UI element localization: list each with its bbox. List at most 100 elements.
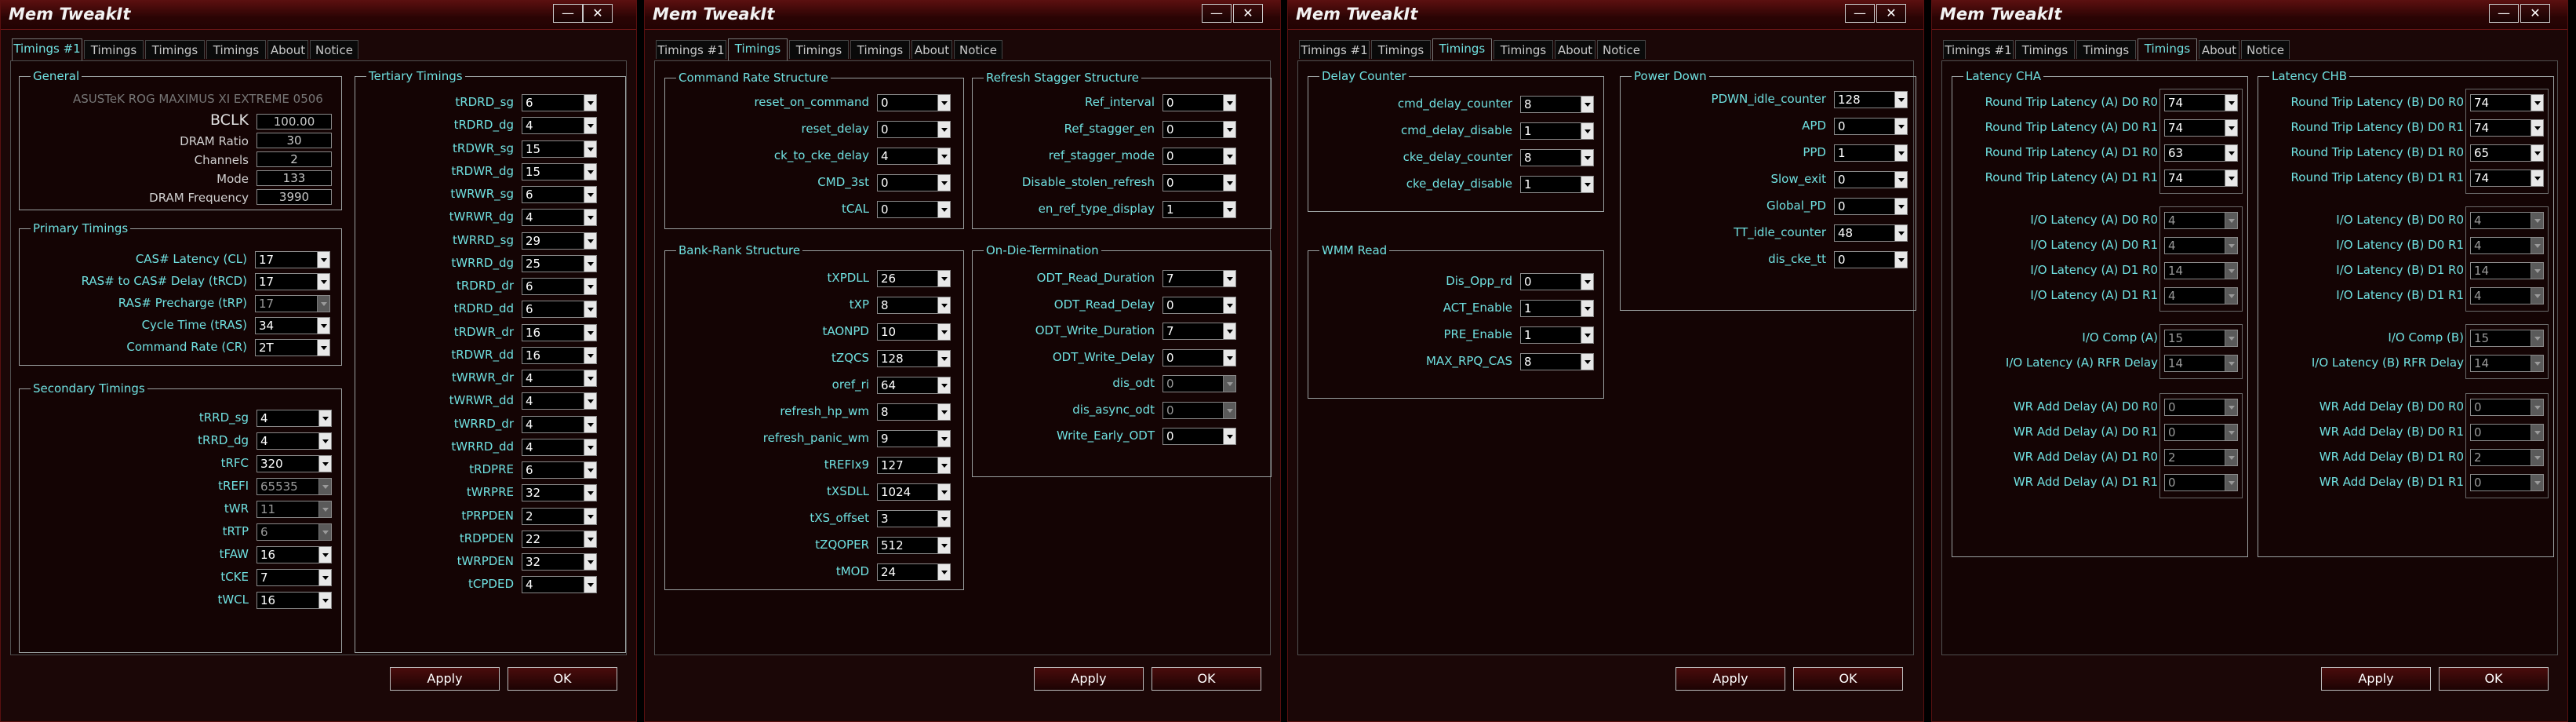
on-die-termination-write-early-odt-select[interactable]: 0 <box>1162 428 1236 445</box>
bank-rank-txs-offset-select[interactable]: 3 <box>877 510 951 527</box>
power-down-pdwn-idle-counter-select[interactable]: 128 <box>1834 91 1908 108</box>
secondary-timings-trrd-dg-select[interactable]: 4 <box>257 432 332 450</box>
secondary-timings-twcl-select[interactable]: 16 <box>257 592 332 609</box>
close-button[interactable]: ✕ <box>1876 4 1906 23</box>
chevron-down-icon[interactable] <box>937 175 950 191</box>
secondary-timings-trfc-select[interactable]: 320 <box>257 455 332 472</box>
chevron-down-icon[interactable] <box>1581 97 1593 112</box>
tab-timings-1[interactable]: Timings #1 <box>656 40 726 59</box>
refresh-stagger-ref-stagger-en-select[interactable]: 0 <box>1162 121 1236 138</box>
on-die-termination-odt-write-delay-select[interactable]: 0 <box>1162 349 1236 366</box>
apply-button[interactable]: Apply <box>1034 667 1144 691</box>
chevron-down-icon[interactable] <box>318 593 331 608</box>
tab-timings-3[interactable]: Timings #3 <box>789 40 849 76</box>
delay-counter-cke-delay-counter-select[interactable]: 8 <box>1520 149 1594 166</box>
chevron-down-icon[interactable] <box>1894 225 1907 241</box>
chevron-down-icon[interactable] <box>584 95 596 111</box>
power-down-slow-exit-select[interactable]: 0 <box>1834 171 1908 188</box>
tertiary-timings-trdwr-dr-select[interactable]: 16 <box>522 324 597 341</box>
chevron-down-icon[interactable] <box>584 301 596 317</box>
chevron-down-icon[interactable] <box>584 439 596 455</box>
tertiary-timings-twrwr-sg-select[interactable]: 6 <box>522 186 597 203</box>
tab-timings-1[interactable]: Timings #1 <box>12 38 82 60</box>
tab-about[interactable]: About <box>2199 40 2239 59</box>
chevron-down-icon[interactable] <box>584 393 596 409</box>
chevron-down-icon[interactable] <box>1581 274 1593 290</box>
bank-rank-txp-select[interactable]: 8 <box>877 297 951 314</box>
tertiary-timings-trdwr-dg-select[interactable]: 15 <box>522 163 597 180</box>
chevron-down-icon[interactable] <box>1894 252 1907 268</box>
chevron-down-icon[interactable] <box>584 485 596 501</box>
tab-timings-3[interactable]: Timings #3 <box>145 40 205 76</box>
chevron-down-icon[interactable] <box>318 410 331 426</box>
tab-timings-4[interactable]: Timings #4 <box>850 40 910 76</box>
chevron-down-icon[interactable] <box>1581 123 1593 139</box>
command-rate-tcal-select[interactable]: 0 <box>877 201 951 218</box>
bank-rank-tzqcs-select[interactable]: 128 <box>877 350 951 367</box>
chevron-down-icon[interactable] <box>584 417 596 432</box>
tab-notice[interactable]: Notice <box>954 40 1002 59</box>
refresh-stagger-ref-stagger-mode-select[interactable]: 0 <box>1162 148 1236 165</box>
chevron-down-icon[interactable] <box>937 404 950 420</box>
chevron-down-icon[interactable] <box>1223 175 1235 191</box>
tertiary-timings-trdrd-dg-select[interactable]: 4 <box>522 117 597 134</box>
chevron-down-icon[interactable] <box>937 148 950 164</box>
primary-timings-ras-to-cas-delay-trcd-select[interactable]: 17 <box>255 273 330 290</box>
chevron-down-icon[interactable] <box>937 377 950 393</box>
ok-button[interactable]: OK <box>1793 667 1903 691</box>
chevron-down-icon[interactable] <box>1581 150 1593 166</box>
chevron-down-icon[interactable] <box>317 340 329 356</box>
chevron-down-icon[interactable] <box>1223 428 1235 444</box>
chevron-down-icon[interactable] <box>1581 327 1593 343</box>
chevron-down-icon[interactable] <box>318 570 331 585</box>
bank-rank-refresh-panic-wm-select[interactable]: 9 <box>877 430 951 447</box>
tab-timings-3[interactable]: Timings #3 <box>1432 38 1492 75</box>
tab-timings-1[interactable]: Timings #1 <box>1299 40 1370 59</box>
chevron-down-icon[interactable] <box>584 577 596 593</box>
primary-timings-cas-latency-cl-select[interactable]: 17 <box>255 251 330 268</box>
chevron-down-icon[interactable] <box>937 538 950 553</box>
minimize-button[interactable]: — <box>1202 4 1232 23</box>
tertiary-timings-twrrd-sg-select[interactable]: 29 <box>522 232 597 250</box>
tertiary-timings-twrrd-dd-select[interactable]: 4 <box>522 439 597 456</box>
refresh-stagger-disable-stolen-refresh-select[interactable]: 0 <box>1162 174 1236 191</box>
chevron-down-icon[interactable] <box>937 324 950 340</box>
chevron-down-icon[interactable] <box>1894 199 1907 214</box>
on-die-termination-odt-read-delay-select[interactable]: 0 <box>1162 297 1236 314</box>
chevron-down-icon[interactable] <box>317 252 329 268</box>
tab-notice[interactable]: Notice <box>310 40 358 59</box>
ok-button[interactable]: OK <box>508 667 617 691</box>
minimize-button[interactable]: — <box>1845 4 1875 23</box>
chevron-down-icon[interactable] <box>937 458 950 473</box>
tab-timings-4[interactable]: Timings #4 <box>2138 38 2197 75</box>
on-die-termination-odt-write-duration-select[interactable]: 7 <box>1162 323 1236 340</box>
refresh-stagger-en-ref-type-display-select[interactable]: 1 <box>1162 201 1236 218</box>
tab-timings-4[interactable]: Timings #4 <box>206 40 266 76</box>
chevron-down-icon[interactable] <box>584 531 596 547</box>
tab-timings-2[interactable]: Timings #2 <box>2015 40 2075 76</box>
tab-timings-3[interactable]: Timings #3 <box>2076 40 2136 76</box>
minimize-button[interactable]: — <box>553 4 583 23</box>
chevron-down-icon[interactable] <box>937 202 950 217</box>
tertiary-timings-trdrd-dr-select[interactable]: 6 <box>522 278 597 295</box>
chevron-down-icon[interactable] <box>584 187 596 202</box>
power-down-dis-cke-tt-select[interactable]: 0 <box>1834 251 1908 268</box>
tab-timings-1[interactable]: Timings #1 <box>1943 40 2014 59</box>
chevron-down-icon[interactable] <box>584 118 596 133</box>
apply-button[interactable]: Apply <box>2321 667 2431 691</box>
chevron-down-icon[interactable] <box>937 271 950 286</box>
chevron-down-icon[interactable] <box>1223 95 1235 111</box>
command-rate-reset-on-command-select[interactable]: 0 <box>877 94 951 111</box>
chevron-down-icon[interactable] <box>937 351 950 366</box>
chevron-down-icon[interactable] <box>1223 122 1235 137</box>
chevron-down-icon[interactable] <box>318 456 331 472</box>
chevron-down-icon[interactable] <box>937 564 950 580</box>
primary-timings-command-rate-cr-select[interactable]: 2T <box>255 339 330 356</box>
power-down-global-pd-select[interactable]: 0 <box>1834 198 1908 215</box>
apply-button[interactable]: Apply <box>1675 667 1785 691</box>
primary-timings-cycle-time-tras-select[interactable]: 34 <box>255 317 330 334</box>
title-bar[interactable]: Mem TweakIt — ✕ <box>1 1 636 30</box>
chevron-down-icon[interactable] <box>318 433 331 449</box>
chevron-down-icon[interactable] <box>1223 271 1235 286</box>
chevron-down-icon[interactable] <box>1581 354 1593 370</box>
